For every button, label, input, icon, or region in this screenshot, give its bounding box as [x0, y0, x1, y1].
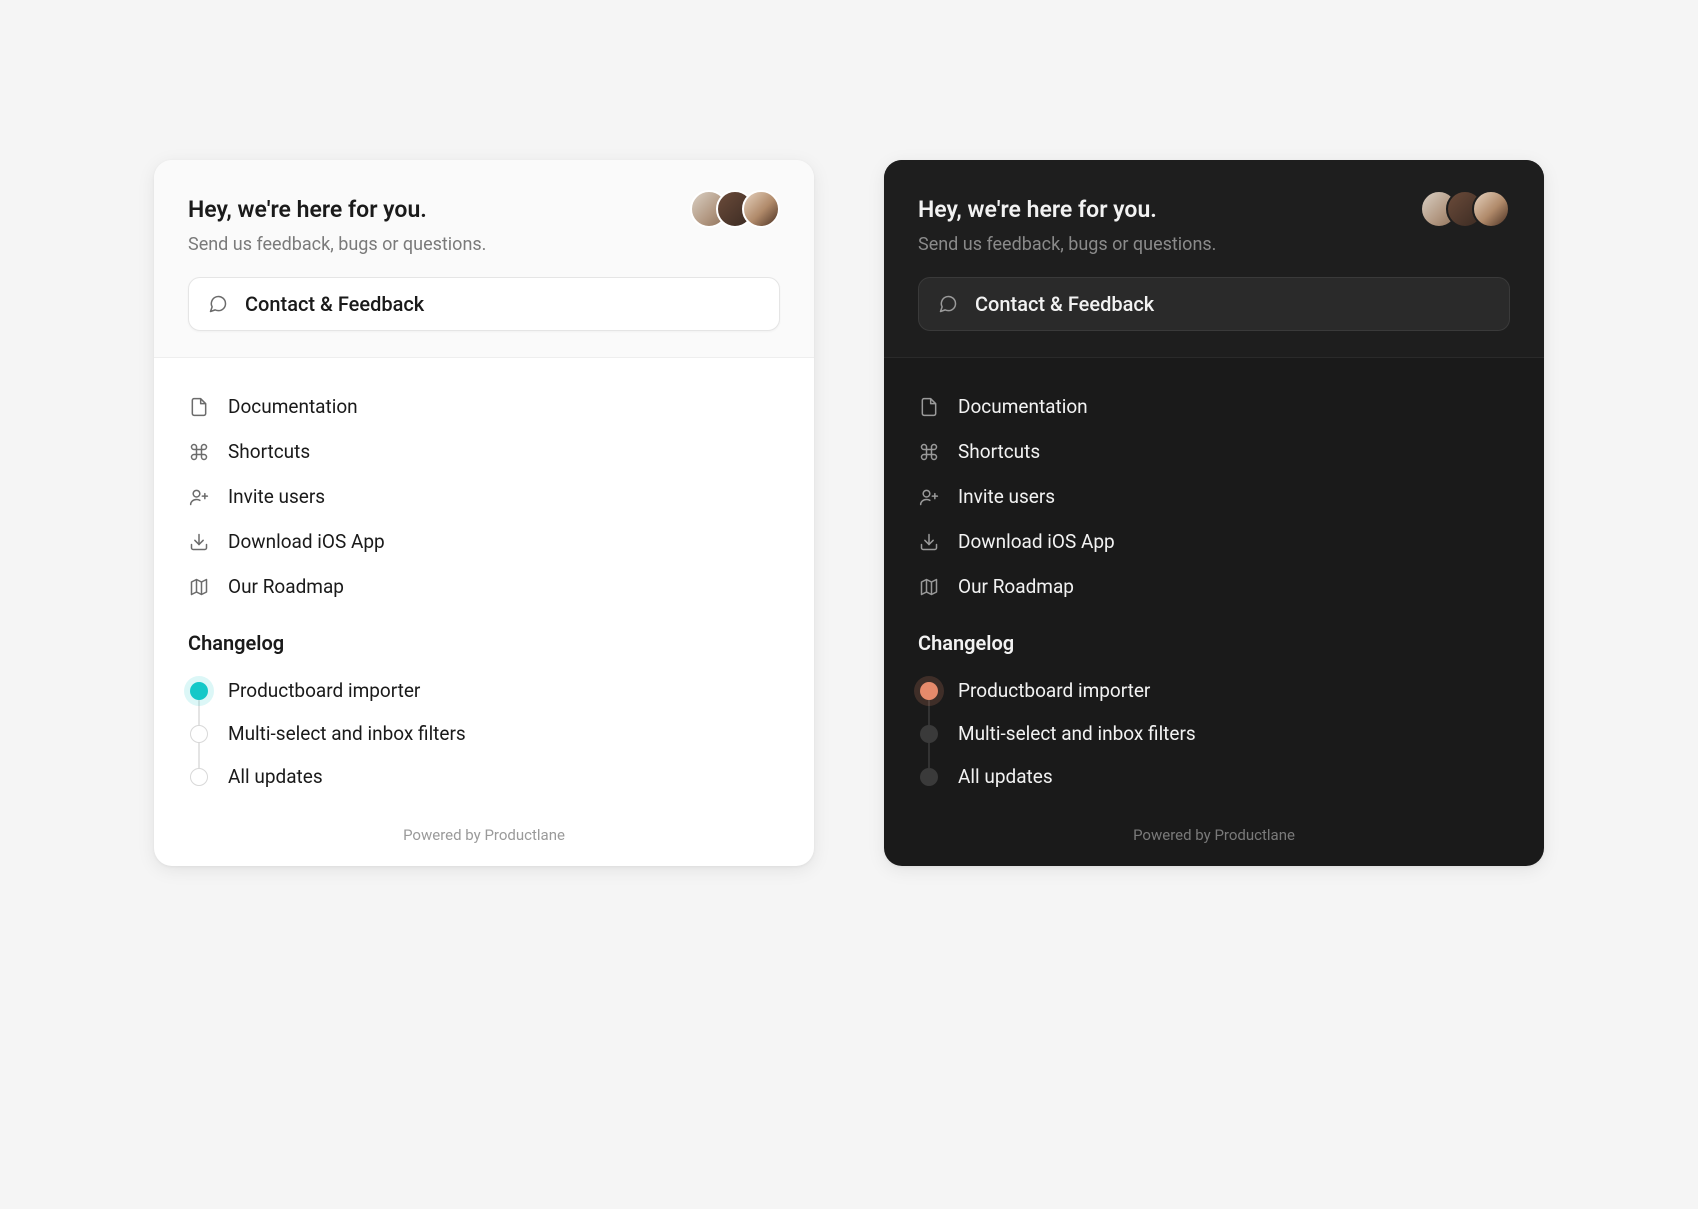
changelog-dot-icon	[190, 768, 208, 786]
changelog-item-label: All updates	[228, 765, 323, 788]
changelog-item-label: Multi-select and inbox filters	[228, 722, 466, 745]
widget-footer: Powered by Productlane	[154, 808, 814, 866]
menu-item[interactable]: Download iOS App	[918, 519, 1510, 564]
changelog-dot-icon	[190, 682, 208, 700]
menu-item[interactable]: Our Roadmap	[188, 564, 780, 609]
changelog-list: Productboard importer Multi-select and in…	[188, 669, 780, 798]
team-avatars	[1420, 190, 1510, 228]
changelog-item[interactable]: Productboard importer	[918, 669, 1510, 712]
map-icon	[918, 576, 940, 598]
menu-item-label: Our Roadmap	[228, 575, 344, 598]
menu-item[interactable]: Documentation	[918, 384, 1510, 429]
menu-item[interactable]: Documentation	[188, 384, 780, 429]
changelog-item[interactable]: Multi-select and inbox filters	[918, 712, 1510, 755]
changelog-item-label: Productboard importer	[228, 679, 420, 702]
command-icon	[918, 441, 940, 463]
map-icon	[188, 576, 210, 598]
menu-item[interactable]: Shortcuts	[188, 429, 780, 474]
changelog-item[interactable]: Multi-select and inbox filters	[188, 712, 780, 755]
menu-item-label: Invite users	[228, 485, 325, 508]
menu-item[interactable]: Our Roadmap	[918, 564, 1510, 609]
changelog-heading: Changelog	[918, 631, 1510, 655]
changelog-item-label: Productboard importer	[958, 679, 1150, 702]
widget-title: Hey, we're here for you.	[188, 196, 427, 223]
menu-item-label: Shortcuts	[958, 440, 1040, 463]
contact-feedback-label: Contact & Feedback	[245, 292, 424, 316]
widget-body: Documentation Shortcuts Invite users Downlo…	[154, 357, 814, 808]
changelog-item[interactable]: All updates	[918, 755, 1510, 798]
feedback-widget-light: Hey, we're here for you. Send us feedback…	[154, 160, 814, 866]
menu-item-label: Documentation	[958, 395, 1088, 418]
chat-icon	[937, 293, 959, 315]
user-plus-icon	[918, 486, 940, 508]
widget-header: Hey, we're here for you. Send us feedback…	[884, 160, 1544, 357]
download-icon	[918, 531, 940, 553]
menu-item-label: Invite users	[958, 485, 1055, 508]
widget-subtitle: Send us feedback, bugs or questions.	[188, 234, 780, 255]
menu-item-label: Shortcuts	[228, 440, 310, 463]
widget-body: Documentation Shortcuts Invite users Downlo…	[884, 357, 1544, 808]
changelog-heading: Changelog	[188, 631, 780, 655]
contact-feedback-label: Contact & Feedback	[975, 292, 1154, 316]
changelog-item-label: Multi-select and inbox filters	[958, 722, 1196, 745]
changelog-dot-icon	[920, 725, 938, 743]
document-icon	[918, 396, 940, 418]
team-avatars	[690, 190, 780, 228]
user-plus-icon	[188, 486, 210, 508]
changelog-item[interactable]: Productboard importer	[188, 669, 780, 712]
widget-footer: Powered by Productlane	[884, 808, 1544, 866]
changelog-list: Productboard importer Multi-select and in…	[918, 669, 1510, 798]
menu-item-label: Our Roadmap	[958, 575, 1074, 598]
menu-item[interactable]: Shortcuts	[918, 429, 1510, 474]
menu-item[interactable]: Invite users	[918, 474, 1510, 519]
changelog-item-label: All updates	[958, 765, 1053, 788]
avatar	[742, 190, 780, 228]
menu-item-label: Documentation	[228, 395, 358, 418]
command-icon	[188, 441, 210, 463]
menu-item[interactable]: Invite users	[188, 474, 780, 519]
chat-icon	[207, 293, 229, 315]
menu-item-label: Download iOS App	[228, 530, 385, 553]
changelog-dot-icon	[920, 682, 938, 700]
contact-feedback-button[interactable]: Contact & Feedback	[188, 277, 780, 331]
changelog-dot-icon	[920, 768, 938, 786]
widget-subtitle: Send us feedback, bugs or questions.	[918, 234, 1510, 255]
menu-item-label: Download iOS App	[958, 530, 1115, 553]
widget-title: Hey, we're here for you.	[918, 196, 1157, 223]
menu-item[interactable]: Download iOS App	[188, 519, 780, 564]
feedback-widget-dark: Hey, we're here for you. Send us feedback…	[884, 160, 1544, 866]
widget-header: Hey, we're here for you. Send us feedback…	[154, 160, 814, 357]
document-icon	[188, 396, 210, 418]
changelog-dot-icon	[190, 725, 208, 743]
avatar	[1472, 190, 1510, 228]
download-icon	[188, 531, 210, 553]
changelog-item[interactable]: All updates	[188, 755, 780, 798]
contact-feedback-button[interactable]: Contact & Feedback	[918, 277, 1510, 331]
